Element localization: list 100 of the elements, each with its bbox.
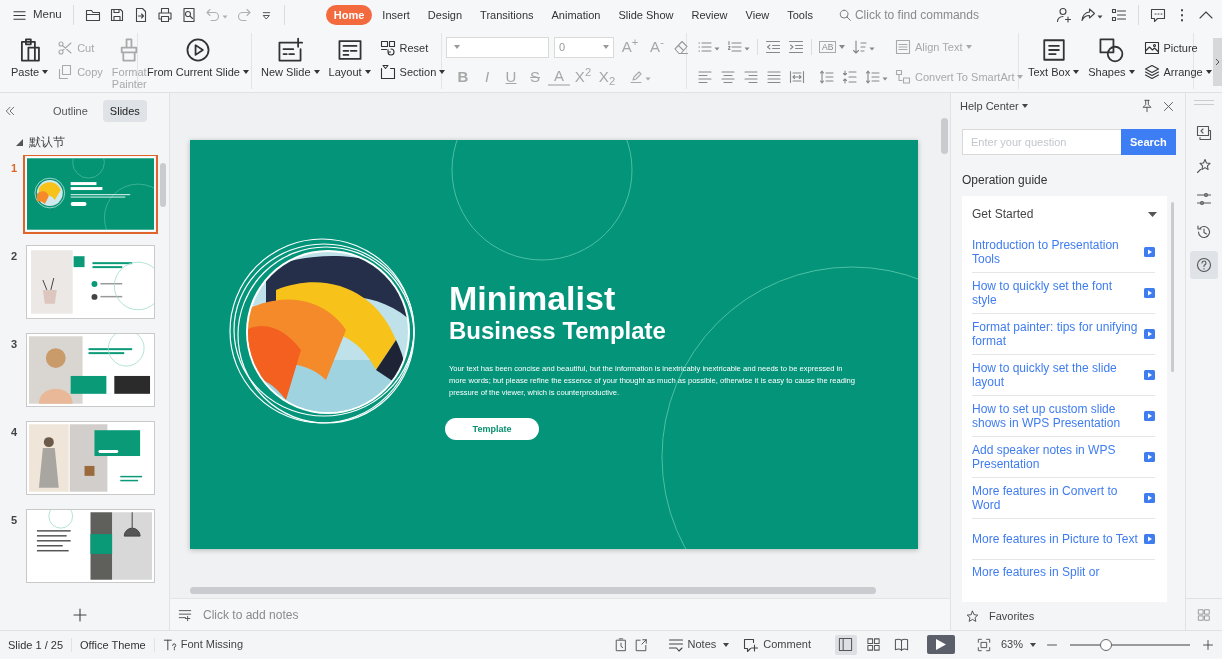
increase-indent-icon[interactable]: [788, 39, 804, 55]
redo-icon[interactable]: [235, 7, 252, 23]
zoom-in-icon[interactable]: [1202, 638, 1214, 651]
ribbon-button[interactable]: Layout: [325, 35, 374, 80]
eraser-icon[interactable]: [673, 39, 689, 55]
close-icon[interactable]: [1162, 99, 1175, 113]
folder-icon[interactable]: [84, 7, 101, 23]
slide-thumbnail[interactable]: [26, 509, 155, 583]
preview-icon[interactable]: [180, 7, 197, 23]
video-icon: [1144, 411, 1155, 421]
search-button[interactable]: Search: [1121, 129, 1176, 155]
scrollbar[interactable]: [1171, 202, 1174, 372]
tab[interactable]: Insert: [374, 5, 418, 25]
article-link[interactable]: How to set up custom slide shows in WPS Presentation: [972, 402, 1138, 430]
ribbon-button[interactable]: Section: [376, 61, 449, 83]
comment-icon[interactable]: [1150, 7, 1166, 23]
panel-tab[interactable]: Slides: [102, 99, 147, 123]
caret-icon: [313, 70, 320, 74]
zoom-menu[interactable]: 63%: [996, 634, 1040, 655]
tab[interactable]: View: [737, 5, 778, 25]
help-icon: [1196, 257, 1212, 273]
fit-window-icon[interactable]: [976, 637, 991, 652]
panel-tab[interactable]: Outline: [46, 99, 95, 123]
article-link[interactable]: More features in Convert to Word: [972, 484, 1138, 512]
caret-icon: [242, 70, 249, 74]
timer-icon[interactable]: [613, 637, 628, 652]
theme-name[interactable]: Office Theme: [72, 637, 155, 652]
align-center-icon[interactable]: [720, 69, 736, 85]
checklist-icon[interactable]: [1111, 7, 1127, 23]
font-name-field[interactable]: [446, 36, 549, 58]
article-link[interactable]: How to quickly set the font style: [972, 279, 1138, 307]
template-label: Template: [445, 418, 539, 440]
pin-icon[interactable]: [1140, 99, 1154, 113]
scrollbar[interactable]: [941, 118, 948, 154]
caret-icon: [1128, 70, 1135, 74]
highlighter-icon[interactable]: [628, 69, 651, 85]
slide-show-button[interactable]: [926, 635, 955, 654]
section-title[interactable]: 默认节: [29, 133, 65, 151]
tab[interactable]: Slide Show: [610, 5, 682, 25]
slide-thumbnail[interactable]: [26, 245, 155, 319]
presenter-icon[interactable]: [633, 637, 648, 652]
undo-icon[interactable]: [204, 7, 228, 23]
ribbon-button[interactable]: Picture: [1140, 37, 1215, 59]
justify-icon[interactable]: [766, 69, 782, 85]
slider-thumb[interactable]: [1100, 638, 1112, 651]
menu-button[interactable]: Menu: [8, 4, 66, 26]
article-link[interactable]: Format painter: tips for unifying format: [972, 320, 1138, 348]
notes-button[interactable]: Notes: [663, 634, 734, 655]
ribbon-button[interactable]: Shapes: [1085, 35, 1138, 80]
apps-icon[interactable]: [1197, 608, 1211, 622]
align-right-icon[interactable]: [743, 69, 759, 85]
collapse-icon[interactable]: [4, 105, 16, 117]
tab[interactable]: Animation: [543, 5, 609, 25]
question-field[interactable]: Enter your question: [962, 129, 1121, 155]
font-missing-button[interactable]: Font Missing: [158, 634, 248, 655]
slide-thumbnail[interactable]: [26, 421, 155, 495]
print-icon[interactable]: [156, 7, 173, 23]
help-center-menu[interactable]: Help Center: [960, 97, 1028, 115]
play-icon: [935, 639, 946, 650]
help-tool-button[interactable]: [1190, 251, 1218, 279]
tab[interactable]: Transitions: [472, 5, 542, 25]
share-icon[interactable]: [1080, 7, 1103, 23]
notes-icon: [667, 636, 684, 653]
article-link[interactable]: How to quickly set the slide layout: [972, 361, 1138, 389]
comment-button[interactable]: Comment: [739, 634, 815, 655]
person-add-icon[interactable]: [1056, 7, 1072, 23]
sort-icon[interactable]: [852, 39, 876, 55]
sliders-icon: [1196, 191, 1212, 207]
slides-icon: [1196, 125, 1212, 141]
view-button[interactable]: [834, 634, 857, 655]
star-icon[interactable]: [966, 609, 979, 623]
save-icon[interactable]: [108, 7, 125, 23]
ribbon-button[interactable]: New Slide: [258, 35, 323, 80]
caret-icon: [603, 45, 609, 49]
article-link[interactable]: Add speaker notes in WPS Presentation: [972, 443, 1138, 471]
article-link[interactable]: More features in Picture to Text: [972, 532, 1138, 546]
ribbon-button[interactable]: Text Box: [1025, 35, 1083, 80]
slide-thumbnail[interactable]: [26, 333, 155, 407]
align-left-icon[interactable]: [697, 69, 713, 85]
add-slide-icon[interactable]: [71, 607, 88, 623]
favorites-link[interactable]: Favorites: [989, 607, 1035, 625]
numbered-list-icon[interactable]: [727, 39, 750, 55]
ribbon-button[interactable]: Arrange: [1140, 61, 1215, 83]
article-link[interactable]: More features in Split or: [972, 565, 1155, 579]
scrollbar[interactable]: [160, 163, 166, 207]
article-link[interactable]: Introduction to Presentation Tools: [972, 238, 1138, 266]
distribute-icon[interactable]: [789, 69, 805, 85]
paragraph-spacing-icon[interactable]: [842, 69, 858, 85]
tab[interactable]: Design: [419, 5, 471, 25]
ribbon-button[interactable]: Paste: [8, 35, 52, 80]
ribbon-button[interactable]: Reset: [376, 37, 449, 59]
line-spacing-icon[interactable]: [865, 69, 888, 85]
command-search-field[interactable]: Click to find commands: [851, 6, 1002, 24]
scrollbar[interactable]: [190, 587, 876, 594]
tab[interactable]: Review: [683, 5, 736, 25]
guide-group-header[interactable]: Get Started: [972, 196, 1155, 232]
expand-triangle-icon[interactable]: [16, 138, 23, 146]
line-spacing-icon[interactable]: [819, 69, 835, 85]
decrease-indent-icon[interactable]: [765, 39, 781, 55]
tab[interactable]: Tools: [779, 5, 821, 25]
